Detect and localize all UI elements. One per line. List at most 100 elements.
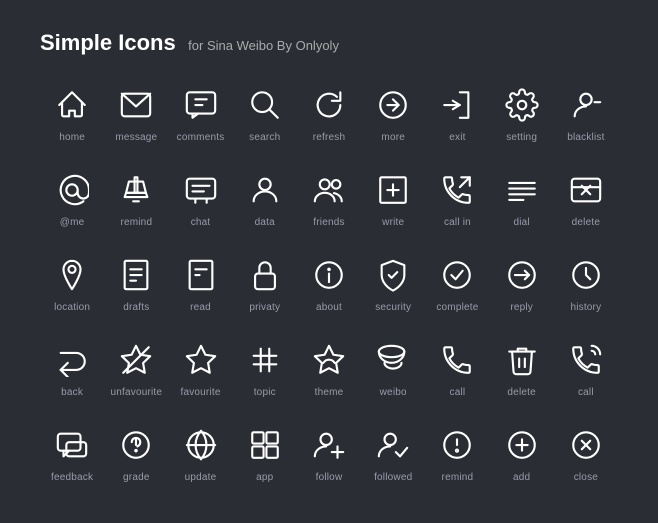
dial-icon-item: dial bbox=[490, 161, 554, 236]
privacy-label: privaty bbox=[249, 302, 280, 313]
complete-label: complete bbox=[436, 302, 478, 313]
refresh-label: refresh bbox=[313, 132, 346, 143]
page-title: Simple Icons bbox=[40, 30, 176, 55]
history-label: history bbox=[570, 302, 601, 313]
dial-label: dial bbox=[513, 217, 529, 228]
favourite-icon-item: favourite bbox=[168, 331, 232, 406]
grade-label: grade bbox=[123, 472, 150, 483]
callin-label: call in bbox=[444, 217, 471, 228]
feedback-label: feedback bbox=[51, 472, 93, 483]
about-icon-item: about bbox=[297, 246, 361, 321]
setting-label: setting bbox=[506, 132, 537, 143]
theme-label: theme bbox=[315, 387, 344, 398]
write-icon-item: write bbox=[361, 161, 425, 236]
follow-label: follow bbox=[316, 472, 343, 483]
exit-icon-item: exit bbox=[425, 76, 489, 151]
data-label: data bbox=[255, 217, 275, 228]
about-icon bbox=[308, 254, 350, 296]
comments-icon bbox=[180, 84, 222, 126]
app-icon-item: app bbox=[233, 416, 297, 491]
blacklist-icon-item: blacklist bbox=[554, 76, 618, 151]
chat-icon bbox=[180, 169, 222, 211]
unfavourite-icon-item: unfavourite bbox=[104, 331, 168, 406]
icon-grid: home message comments search refresh mor… bbox=[40, 76, 618, 491]
close-label: close bbox=[574, 472, 598, 483]
read-label: read bbox=[190, 302, 211, 313]
title-area: Simple Icons for Sina Weibo By Onlyoly bbox=[40, 30, 618, 56]
comments-label: comments bbox=[177, 132, 225, 143]
data-icon-item: data bbox=[233, 161, 297, 236]
update-label: update bbox=[185, 472, 217, 483]
complete-icon bbox=[436, 254, 478, 296]
home-icon-item: home bbox=[40, 76, 104, 151]
callin-icon-item: call in bbox=[425, 161, 489, 236]
add-label: add bbox=[513, 472, 530, 483]
delete2-label: delete bbox=[507, 387, 535, 398]
close-icon bbox=[565, 424, 607, 466]
call2-icon-item: call bbox=[554, 331, 618, 406]
followed-icon-item: followed bbox=[361, 416, 425, 491]
feedback-icon-item: feedback bbox=[40, 416, 104, 491]
read-icon-item: read bbox=[168, 246, 232, 321]
location-icon bbox=[51, 254, 93, 296]
back-icon bbox=[51, 339, 93, 381]
back-label: back bbox=[61, 387, 83, 398]
home-icon bbox=[51, 84, 93, 126]
read-icon bbox=[180, 254, 222, 296]
app-icon bbox=[244, 424, 286, 466]
call2-label: call bbox=[578, 387, 594, 398]
delete2-icon-item: delete bbox=[490, 331, 554, 406]
more-icon-item: more bbox=[361, 76, 425, 151]
remind2-icon-item: remind bbox=[425, 416, 489, 491]
drafts-icon-item: drafts bbox=[104, 246, 168, 321]
favourite-icon bbox=[180, 339, 222, 381]
call2-icon bbox=[565, 339, 607, 381]
search-icon bbox=[244, 84, 286, 126]
security-label: security bbox=[375, 302, 411, 313]
followed-label: followed bbox=[374, 472, 412, 483]
page-subtitle: for Sina Weibo By Onlyoly bbox=[188, 38, 339, 53]
drafts-icon bbox=[115, 254, 157, 296]
refresh-icon-item: refresh bbox=[297, 76, 361, 151]
exit-label: exit bbox=[449, 132, 465, 143]
security-icon bbox=[372, 254, 414, 296]
back-icon-item: back bbox=[40, 331, 104, 406]
delete-icon bbox=[565, 169, 607, 211]
atme-icon-item: @me bbox=[40, 161, 104, 236]
feedback-icon bbox=[51, 424, 93, 466]
privacy-icon bbox=[244, 254, 286, 296]
chat-label: chat bbox=[191, 217, 211, 228]
theme-icon-item: theme bbox=[297, 331, 361, 406]
exit-icon bbox=[436, 84, 478, 126]
blacklist-icon bbox=[565, 84, 607, 126]
topic-label: topic bbox=[254, 387, 276, 398]
close-icon-item: close bbox=[554, 416, 618, 491]
grade-icon-item: grade bbox=[104, 416, 168, 491]
add-icon bbox=[501, 424, 543, 466]
callin-icon bbox=[436, 169, 478, 211]
blacklist-label: blacklist bbox=[567, 132, 604, 143]
remind-label: remind bbox=[120, 217, 152, 228]
followed-icon bbox=[372, 424, 414, 466]
delete2-icon bbox=[501, 339, 543, 381]
dial-icon bbox=[501, 169, 543, 211]
setting-icon bbox=[501, 84, 543, 126]
update-icon bbox=[180, 424, 222, 466]
message-icon-item: message bbox=[104, 76, 168, 151]
write-icon bbox=[372, 169, 414, 211]
add-icon-item: add bbox=[490, 416, 554, 491]
app-label: app bbox=[256, 472, 273, 483]
friends-icon-item: friends bbox=[297, 161, 361, 236]
drafts-label: drafts bbox=[123, 302, 149, 313]
location-icon-item: location bbox=[40, 246, 104, 321]
refresh-icon bbox=[308, 84, 350, 126]
topic-icon-item: topic bbox=[233, 331, 297, 406]
unfavourite-icon bbox=[115, 339, 157, 381]
history-icon bbox=[565, 254, 607, 296]
reply-label: reply bbox=[510, 302, 533, 313]
call-icon bbox=[436, 339, 478, 381]
friends-label: friends bbox=[313, 217, 344, 228]
atme-icon bbox=[51, 169, 93, 211]
favourite-label: favourite bbox=[180, 387, 220, 398]
reply-icon-item: reply bbox=[490, 246, 554, 321]
